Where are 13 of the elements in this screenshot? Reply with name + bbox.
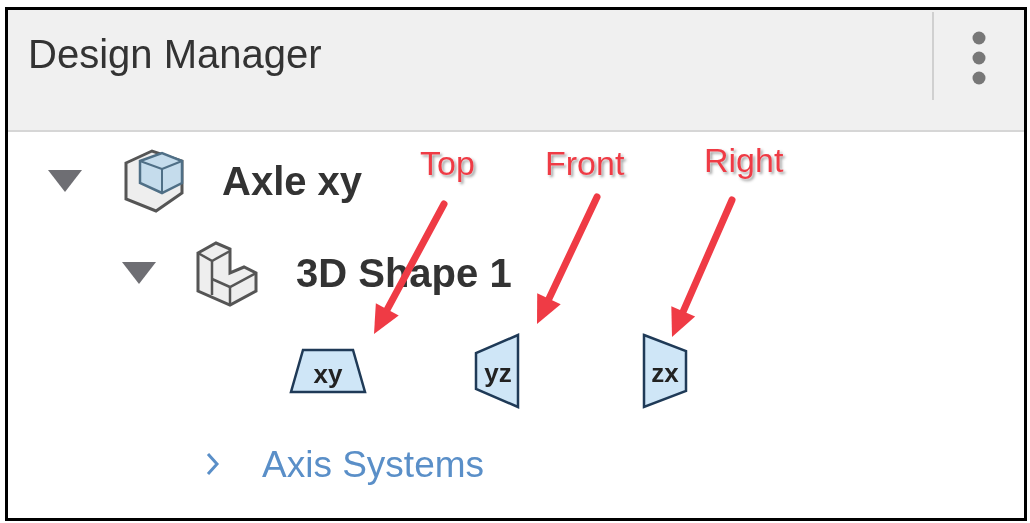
annotation-label: Right: [704, 143, 784, 177]
plane-button[interactable]: yz: [474, 333, 520, 409]
plane-button[interactable]: xy: [289, 348, 367, 394]
chevron-icon[interactable]: [205, 451, 221, 477]
annotation-label: Top: [420, 146, 475, 180]
panel-title: Design Manager: [27, 31, 323, 74]
collapse-triangle-icon[interactable]: [122, 260, 156, 286]
annotation-label: Front: [545, 146, 625, 180]
collapse-triangle-icon[interactable]: [48, 168, 82, 194]
part-shape-icon: [194, 239, 260, 307]
more-options-icon[interactable]: [971, 30, 987, 86]
plane-button[interactable]: zx: [642, 333, 688, 409]
tree-item-label[interactable]: Axle xy: [222, 161, 363, 201]
